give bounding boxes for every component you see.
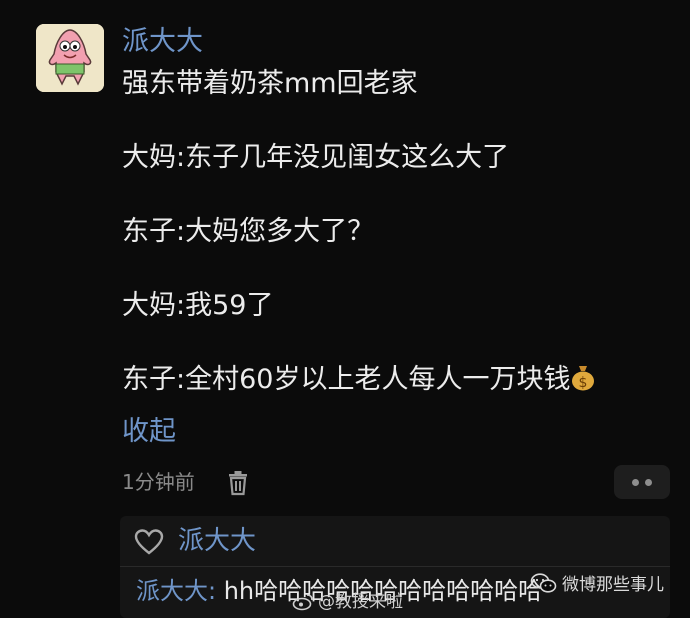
weibo-watermark: @教授来啦: [292, 590, 403, 618]
collapse-link[interactable]: 收起: [122, 414, 176, 450]
comment-line-2: 大妈:东子几年没见闺女这么大了: [122, 142, 510, 173]
comment-body: 强东带着奶茶mm回老家 大妈:东子几年没见闺女这么大了 东子:大妈您多大了？ 大…: [122, 66, 662, 398]
wechat-watermark-text: 微博那些事儿: [562, 575, 664, 595]
comment-line-4: 大妈:我59了: [122, 290, 274, 321]
wechat-watermark: 微博那些事儿: [530, 572, 664, 601]
comment-line-3: 东子:大妈您多大了？: [122, 216, 375, 247]
more-options-button[interactable]: [614, 465, 670, 499]
comment-author[interactable]: 派大大: [122, 24, 203, 60]
comment-line-5-text: 东子:全村60岁以上老人每人一万块钱: [122, 364, 571, 395]
more-icon: [632, 479, 639, 486]
liker-name[interactable]: 派大大: [178, 524, 256, 558]
panel-divider: [120, 566, 670, 567]
trash-icon[interactable]: [226, 470, 250, 496]
comment-line-1: 强东带着奶茶mm回老家: [122, 68, 418, 99]
comment-time: 1分钟前: [122, 470, 195, 494]
svg-text:$: $: [579, 375, 588, 391]
weibo-icon: [292, 593, 314, 618]
wechat-icon: [530, 572, 558, 601]
heart-icon[interactable]: [134, 528, 164, 556]
money-bag-icon: $: [570, 363, 596, 401]
avatar[interactable]: [36, 24, 104, 92]
avatar-image: [36, 24, 104, 92]
weibo-watermark-text: @教授来啦: [318, 592, 403, 612]
comment-line-5: 东子:全村60岁以上老人每人一万块钱 $: [122, 362, 662, 398]
reply-author[interactable]: 派大大:: [136, 577, 216, 605]
more-icon-dot: [645, 479, 652, 486]
